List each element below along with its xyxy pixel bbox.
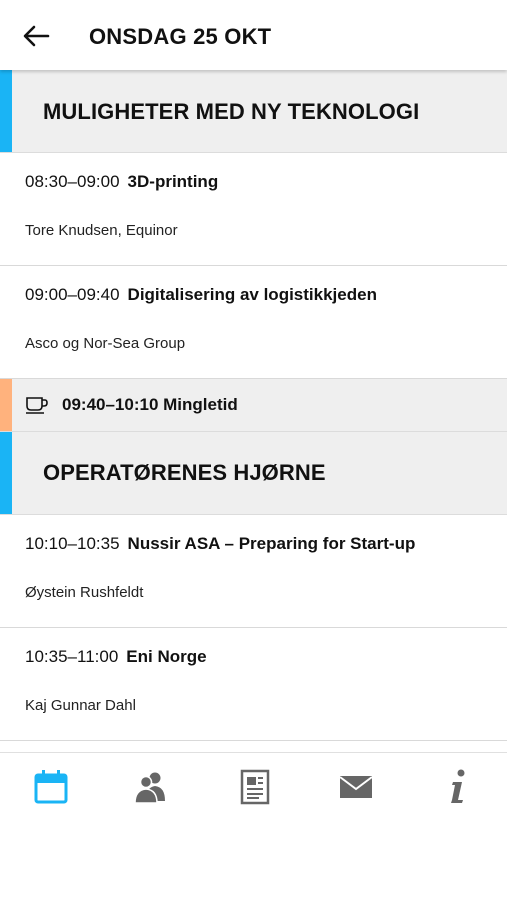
break-item[interactable]: 09:40–10:10 Mingletid <box>0 379 507 432</box>
session-title: Eni Norge <box>126 647 207 666</box>
session-time: 08:30–09:00 <box>25 172 120 191</box>
section-header: MULIGHETER MED NY TEKNOLOGI <box>0 70 507 153</box>
section-header: OPERATØRENES HJØRNE <box>0 432 507 515</box>
app-header: ONSDAG 25 OKT <box>0 0 507 70</box>
section-accent-bar <box>0 70 12 152</box>
break-text: 09:40–10:10 Mingletid <box>62 395 238 414</box>
session-item[interactable]: 10:10–10:35 Nussir ASA – Preparing for St… <box>0 515 507 628</box>
mail-icon[interactable] <box>336 767 376 807</box>
break-accent-bar <box>0 379 12 431</box>
back-arrow-icon[interactable] <box>22 24 50 48</box>
session-speaker: Øystein Rushfeldt <box>25 584 144 601</box>
session-title: Digitalisering av logistikkjeden <box>127 285 377 304</box>
bottom-navigation <box>0 752 507 823</box>
session-time: 09:00–09:40 <box>25 285 120 304</box>
session-title: Nussir ASA – Preparing for Start-up <box>127 534 416 553</box>
section-title: MULIGHETER MED NY TEKNOLOGI <box>43 99 420 124</box>
section-title: OPERATØRENES HJØRNE <box>43 460 326 485</box>
session-speaker: Kaj Gunnar Dahl <box>25 697 136 714</box>
session-time: 10:10–10:35 <box>25 534 120 553</box>
session-item[interactable]: 08:30–09:00 3D-printing Tore Knudsen, Equ… <box>0 153 507 266</box>
session-title: 3D-printing <box>127 172 219 191</box>
section-accent-bar <box>0 432 12 514</box>
session-speaker: Tore Knudsen, Equinor <box>25 222 178 239</box>
calendar-icon[interactable] <box>31 767 71 807</box>
page-title: ONSDAG 25 OKT <box>89 24 272 49</box>
coffee-cup-icon <box>25 395 51 415</box>
session-item[interactable]: 10:35–11:00 Eni Norge Kaj Gunnar Dahl <box>0 628 507 741</box>
info-icon[interactable] <box>438 767 478 807</box>
document-icon[interactable] <box>235 767 275 807</box>
session-time: 10:35–11:00 <box>25 647 119 666</box>
people-icon[interactable] <box>132 767 172 807</box>
session-speaker: Asco og Nor-Sea Group <box>25 335 186 352</box>
session-item[interactable]: 09:00–09:40 Digitalisering av logistikkje… <box>0 266 507 379</box>
